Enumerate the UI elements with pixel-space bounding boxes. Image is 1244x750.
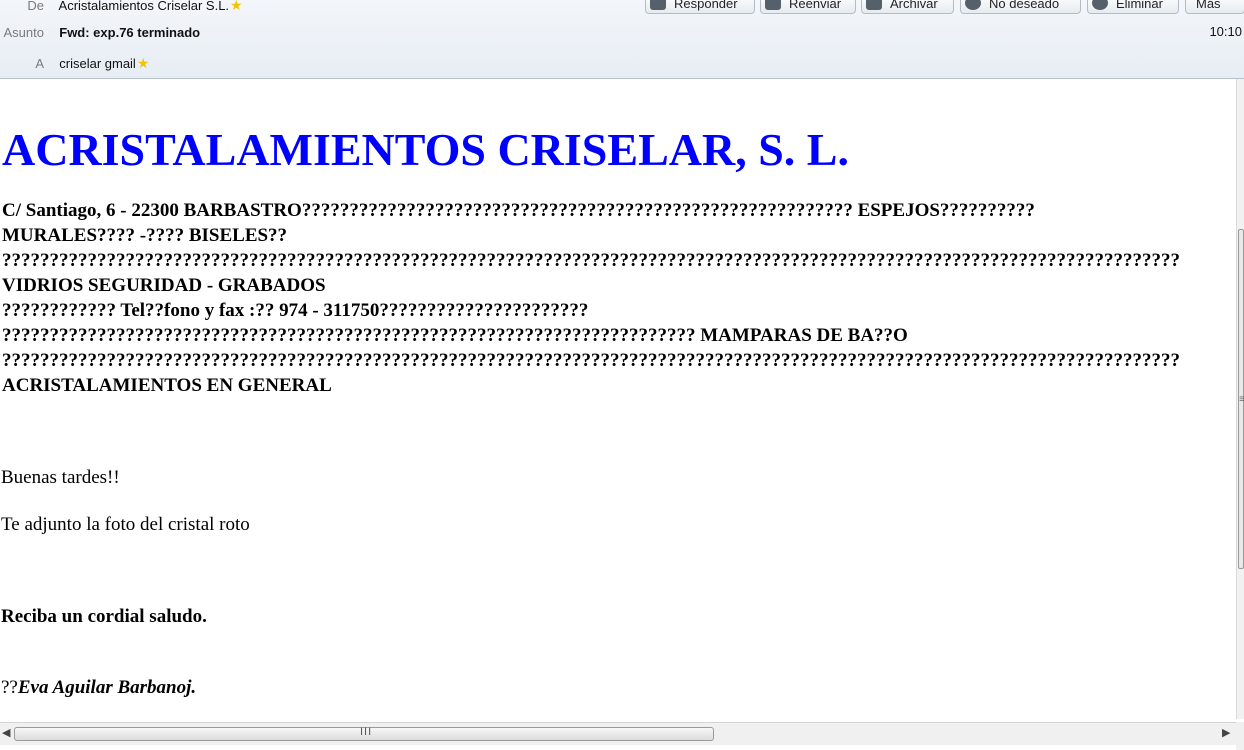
scrollbar-corner bbox=[1236, 722, 1244, 750]
horizontal-grip: III bbox=[360, 726, 373, 738]
horizontal-scroll-thumb[interactable]: III bbox=[14, 726, 714, 741]
address-line: ????????????????????????????????????????… bbox=[2, 250, 1180, 271]
company-heading: ACRISTALAMIENTOS CRISELAR, S. L. bbox=[2, 124, 849, 175]
star-icon[interactable]: ★ bbox=[230, 0, 243, 13]
to-label: A bbox=[35, 56, 44, 71]
delete-label: Eliminar bbox=[1116, 0, 1163, 11]
delete-icon bbox=[1092, 0, 1108, 10]
from-label: De bbox=[27, 0, 44, 13]
reply-icon bbox=[650, 0, 666, 10]
to-row: A criselar gmail★ bbox=[0, 54, 149, 72]
forward-label: Reenviar bbox=[789, 0, 842, 11]
forward-icon bbox=[765, 0, 781, 10]
address-line: VIDRIOS SEGURIDAD - GRABADOS bbox=[2, 275, 326, 296]
scroll-left-icon[interactable]: ◀ bbox=[2, 726, 10, 739]
address-line: ???????????? Tel??fono y fax :?? 974 - 3… bbox=[2, 300, 589, 321]
vertical-scrollbar[interactable]: ≡ bbox=[1236, 79, 1244, 719]
vertical-scroll-thumb[interactable]: ≡ bbox=[1238, 229, 1244, 569]
address-line: C/ Santiago, 6 - 22300 BARBASTRO????????… bbox=[2, 200, 1035, 221]
junk-button[interactable]: No deseado bbox=[960, 0, 1081, 14]
junk-label: No deseado bbox=[989, 0, 1060, 11]
scroll-right-icon[interactable]: ▶ bbox=[1222, 726, 1230, 739]
reply-label: Responder bbox=[674, 0, 738, 11]
address-line: ACRISTALAMIENTOS EN GENERAL bbox=[2, 375, 332, 396]
subject-row: Asunto Fwd: exp.76 terminado bbox=[0, 24, 201, 42]
from-value[interactable]: Acristalamientos Criselar S.L. bbox=[59, 0, 230, 13]
from-row: De Acristalamientos Criselar S.L.★ bbox=[0, 0, 243, 14]
archive-button[interactable]: Archivar bbox=[861, 0, 954, 14]
subject-label: Asunto bbox=[3, 25, 44, 40]
signature: ??Eva Aguilar Barbanoj. bbox=[1, 676, 196, 700]
address-line: MURALES???? -???? BISELES?? bbox=[2, 225, 288, 246]
subject-value: Fwd: exp.76 terminado bbox=[59, 25, 201, 40]
message-body: ACRISTALAMIENTOS CRISELAR, S. L. C/ Sant… bbox=[0, 79, 1236, 719]
horizontal-scrollbar[interactable]: ◀ III ▶ bbox=[0, 722, 1236, 745]
more-button[interactable]: Más bbox=[1185, 0, 1244, 14]
archive-icon bbox=[866, 0, 882, 10]
body-text: Te adjunto la foto del cristal roto bbox=[1, 514, 250, 535]
signature-prefix: ?? bbox=[1, 677, 18, 698]
reply-button[interactable]: Responder bbox=[645, 0, 755, 14]
signature-name: Eva Aguilar Barbanoj. bbox=[17, 677, 197, 698]
star-icon[interactable]: ★ bbox=[137, 55, 150, 71]
junk-icon bbox=[965, 0, 981, 10]
message-header: De Acristalamientos Criselar S.L.★ Asunt… bbox=[0, 0, 1244, 79]
address-line: ????????????????????????????????????????… bbox=[2, 325, 908, 346]
forward-button[interactable]: Reenviar bbox=[760, 0, 856, 14]
more-label: Más bbox=[1196, 0, 1221, 11]
company-address-block: C/ Santiago, 6 - 22300 BARBASTRO????????… bbox=[2, 198, 1236, 398]
to-value[interactable]: criselar gmail bbox=[59, 56, 136, 71]
closing-text: Reciba un cordial saludo. bbox=[1, 606, 207, 627]
archive-label: Archivar bbox=[890, 0, 938, 11]
vertical-grip: ≡ bbox=[1239, 394, 1244, 405]
message-time: 10:10 bbox=[1209, 24, 1242, 39]
delete-button[interactable]: Eliminar bbox=[1087, 0, 1179, 14]
address-line: ????????????????????????????????????????… bbox=[2, 350, 1180, 371]
greeting-text: Buenas tardes!! bbox=[1, 467, 120, 488]
